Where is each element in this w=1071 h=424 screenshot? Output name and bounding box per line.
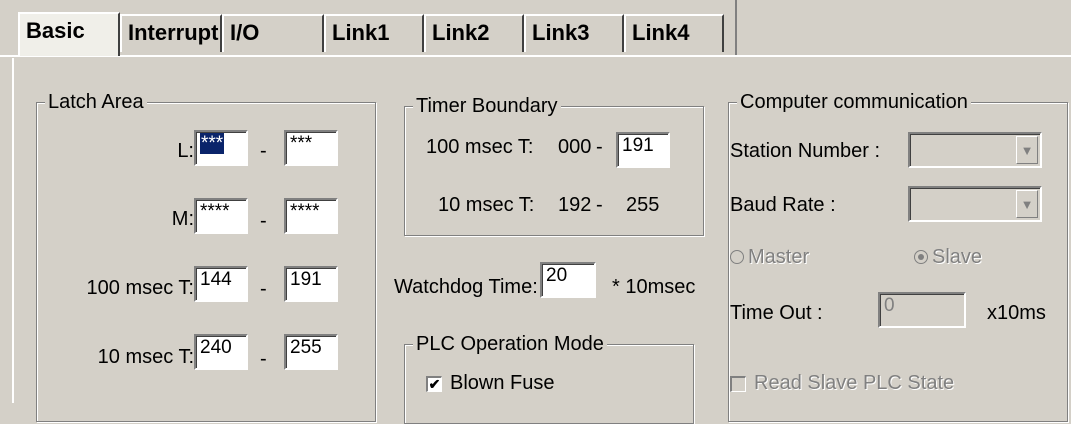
latch-m-dash: -	[260, 210, 267, 232]
latch-100ms-label: 100 msec T:	[86, 277, 194, 299]
station-number-dropdown[interactable]: ▼	[908, 132, 1042, 168]
latch-l-label: L:	[177, 140, 194, 162]
latch-m-label: M:	[171, 208, 194, 230]
latch-100ms-from-input[interactable]: 144	[194, 266, 248, 302]
watchdog-label: Watchdog Time:	[394, 276, 538, 298]
latch-m-from-input[interactable]: ****	[194, 198, 248, 234]
blown-fuse-checkbox[interactable]: ✔	[426, 376, 442, 392]
timer-100ms-dash: -	[596, 136, 603, 158]
tab-strip-divider	[735, 0, 737, 57]
timeout-unit: x10ms	[987, 302, 1046, 324]
tab-link1[interactable]: Link1	[324, 14, 424, 52]
timer-100ms-start: 000	[558, 136, 592, 158]
master-radio[interactable]	[730, 250, 744, 264]
blown-fuse-label: Blown Fuse	[450, 372, 555, 394]
read-slave-plc-state-checkbox[interactable]	[730, 376, 746, 392]
timeout-label: Time Out :	[730, 302, 823, 324]
timer-10ms-label: 10 msec T:	[438, 194, 535, 216]
tab-bar: Basic Interrupt I/O Link1 Link2 Link3 Li…	[0, 0, 1071, 60]
timer-10ms-start: 192	[558, 194, 592, 216]
latch-10ms-dash: -	[260, 348, 267, 370]
baud-rate-dropdown[interactable]: ▼	[908, 186, 1042, 222]
chevron-down-icon: ▼	[1016, 190, 1038, 218]
tab-link3[interactable]: Link3	[524, 14, 624, 52]
timer-10ms-dash: -	[596, 194, 603, 216]
tab-link2[interactable]: Link2	[424, 14, 524, 52]
latch-10ms-label: 10 msec T:	[97, 346, 194, 368]
tab-interrupt[interactable]: Interrupt	[120, 14, 222, 52]
timer-boundary-title: Timer Boundary	[413, 93, 561, 119]
computer-communication-title: Computer communication	[737, 89, 971, 115]
basic-panel: Latch Area L: *** - *** M: **** - **** 1…	[12, 58, 1071, 424]
latch-100ms-dash: -	[260, 278, 267, 300]
tab-strip-edge	[0, 55, 1071, 57]
tab-link4[interactable]: Link4	[624, 14, 724, 52]
station-number-label: Station Number :	[730, 140, 881, 162]
timer-10ms-end: 255	[626, 194, 660, 216]
latch-100ms-to-input[interactable]: 191	[284, 266, 338, 302]
latch-l-to-input[interactable]: ***	[284, 130, 338, 166]
chevron-down-icon: ▼	[1016, 136, 1038, 164]
slave-label: Slave	[932, 246, 983, 268]
slave-radio[interactable]	[914, 250, 928, 264]
tab-io[interactable]: I/O	[222, 14, 324, 52]
timer-100ms-label: 100 msec T:	[426, 136, 534, 158]
plc-operation-mode-title: PLC Operation Mode	[413, 331, 607, 357]
latch-l-from-input[interactable]: ***	[194, 130, 248, 166]
latch-10ms-from-input[interactable]: 240	[194, 334, 248, 370]
timeout-input[interactable]: 0	[878, 292, 966, 328]
watchdog-unit: * 10msec	[612, 276, 696, 298]
read-slave-plc-state-label: Read Slave PLC State	[754, 372, 955, 394]
timer-100ms-end-input[interactable]: 191	[616, 132, 670, 168]
master-label: Master	[748, 246, 810, 268]
latch-l-dash: -	[260, 140, 267, 162]
baud-rate-label: Baud Rate :	[730, 194, 836, 216]
latch-10ms-to-input[interactable]: 255	[284, 334, 338, 370]
latch-m-to-input[interactable]: ****	[284, 198, 338, 234]
tab-basic[interactable]: Basic	[18, 12, 120, 56]
watchdog-input[interactable]: 20	[540, 262, 596, 298]
latch-area-title: Latch Area	[45, 89, 147, 115]
